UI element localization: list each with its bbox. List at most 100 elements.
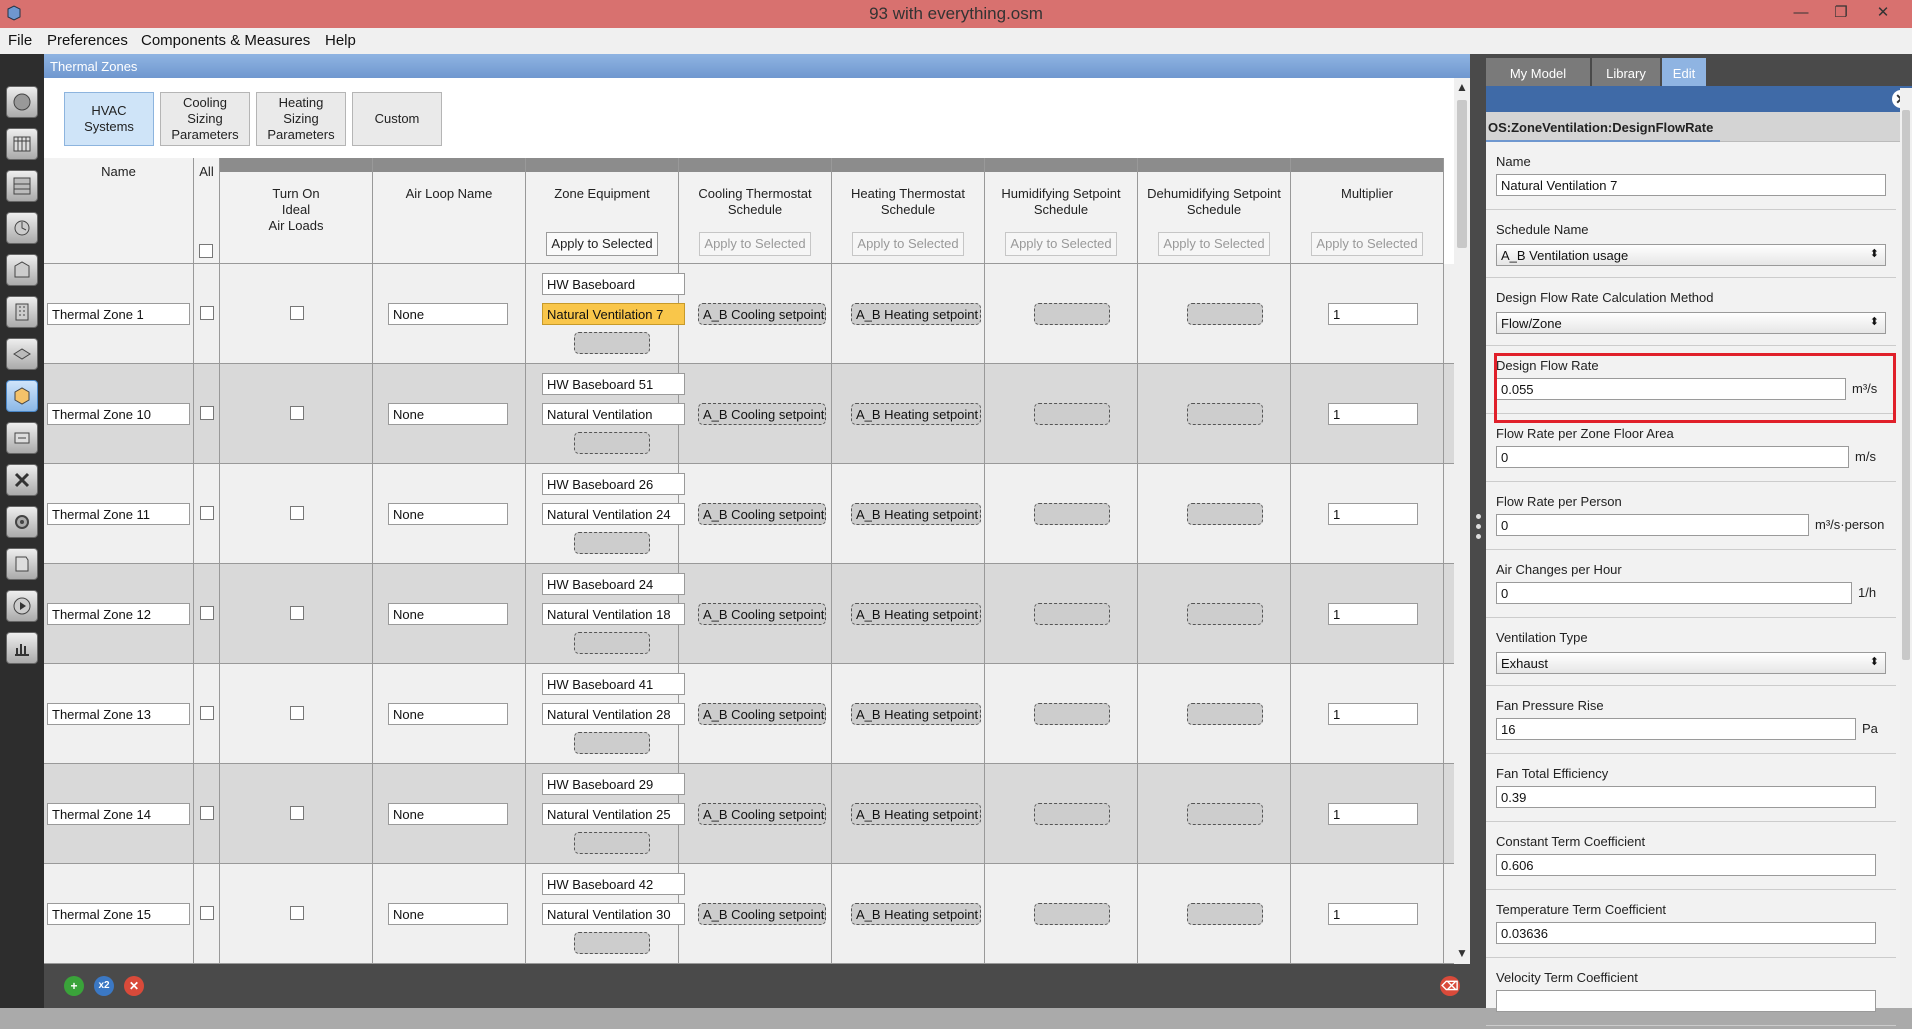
select-all-checkbox[interactable] — [199, 244, 213, 258]
ideal-loads-checkbox[interactable] — [290, 306, 304, 320]
humidifying-schedule-drop[interactable] — [1034, 703, 1110, 725]
zone-equipment-item[interactable]: HW Baseboard 29 — [542, 773, 685, 795]
zone-name-field[interactable]: Thermal Zone 1 — [47, 303, 190, 325]
tab-heating-sizing[interactable]: Heating Sizing Parameters — [256, 92, 346, 146]
scroll-up-icon[interactable]: ▲ — [1454, 80, 1470, 94]
cooling-schedule-drop[interactable]: A_B Cooling setpoint — [698, 903, 826, 925]
row-select-checkbox[interactable] — [200, 306, 214, 320]
cooling-schedule-drop[interactable]: A_B Cooling setpoint — [698, 403, 826, 425]
zone-equipment-item[interactable]: HW Baseboard 24 — [542, 573, 685, 595]
heating-schedule-drop[interactable]: A_B Heating setpoint — [851, 503, 981, 525]
ideal-loads-checkbox[interactable] — [290, 606, 304, 620]
hvac-systems-icon[interactable] — [6, 422, 38, 454]
variables-icon[interactable] — [6, 464, 38, 496]
run-icon[interactable] — [6, 590, 38, 622]
multiplier-field[interactable]: 1 — [1328, 303, 1418, 325]
zone-equipment-item[interactable]: HW Baseboard 51 — [542, 373, 685, 395]
dehumidifying-schedule-drop[interactable] — [1187, 703, 1263, 725]
field-dropdown[interactable]: A_B Ventilation usage ⬍ — [1496, 244, 1886, 266]
zone-equipment-item[interactable]: HW Baseboard 41 — [542, 673, 685, 695]
humidifying-schedule-drop[interactable] — [1034, 303, 1110, 325]
zone-equipment-item[interactable]: Natural Ventilation 30 — [542, 903, 685, 925]
menu-file[interactable]: File — [8, 32, 32, 49]
zone-name-field[interactable]: Thermal Zone 14 — [47, 803, 190, 825]
zone-name-field[interactable]: Thermal Zone 11 — [47, 503, 190, 525]
copy-icon[interactable]: x2 — [94, 976, 114, 996]
field-input[interactable]: 16 — [1496, 718, 1856, 740]
ideal-loads-checkbox[interactable] — [290, 506, 304, 520]
dehumidifying-schedule-drop[interactable] — [1187, 903, 1263, 925]
close-button[interactable]: ✕ — [1868, 2, 1898, 24]
inspector-scroll-thumb[interactable] — [1902, 110, 1910, 660]
tab-custom[interactable]: Custom — [352, 92, 442, 146]
dehumidifying-schedule-drop[interactable] — [1187, 603, 1263, 625]
zone-equipment-item[interactable]: Natural Ventilation 25 — [542, 803, 685, 825]
apply-zone-equipment-button[interactable]: Apply to Selected — [546, 232, 658, 256]
inspector-scrollbar[interactable] — [1900, 88, 1912, 1008]
row-select-checkbox[interactable] — [200, 406, 214, 420]
tab-edit[interactable]: Edit — [1662, 58, 1706, 86]
air-loop-field[interactable]: None — [388, 903, 508, 925]
field-input[interactable]: 0 — [1496, 514, 1809, 536]
dehumidifying-schedule-drop[interactable] — [1187, 803, 1263, 825]
apply-cooling-button[interactable]: Apply to Selected — [699, 232, 811, 256]
zone-equipment-item[interactable]: HW Baseboard — [542, 273, 685, 295]
facility-icon[interactable] — [6, 338, 38, 370]
field-input[interactable]: 0.39 — [1496, 786, 1876, 808]
field-input[interactable] — [1496, 990, 1876, 1012]
tab-my-model[interactable]: My Model — [1486, 58, 1590, 86]
heating-schedule-drop[interactable]: A_B Heating setpoint — [851, 603, 981, 625]
dehumidifying-schedule-drop[interactable] — [1187, 403, 1263, 425]
zone-equipment-drop-zone[interactable] — [574, 432, 650, 454]
air-loop-field[interactable]: None — [388, 303, 508, 325]
maximize-button[interactable]: ❐ — [1826, 2, 1856, 24]
row-select-checkbox[interactable] — [200, 806, 214, 820]
multiplier-field[interactable]: 1 — [1328, 703, 1418, 725]
field-input[interactable]: 0.606 — [1496, 854, 1876, 876]
zone-equipment-drop-zone[interactable] — [574, 932, 650, 954]
heating-schedule-drop[interactable]: A_B Heating setpoint — [851, 703, 981, 725]
multiplier-field[interactable]: 1 — [1328, 503, 1418, 525]
ideal-loads-checkbox[interactable] — [290, 406, 304, 420]
site-icon[interactable] — [6, 86, 38, 118]
apply-multiplier-button[interactable]: Apply to Selected — [1311, 232, 1423, 256]
loads-icon[interactable] — [6, 212, 38, 244]
humidifying-schedule-drop[interactable] — [1034, 603, 1110, 625]
zone-name-field[interactable]: Thermal Zone 15 — [47, 903, 190, 925]
zone-equipment-item[interactable]: Natural Ventilation 24 — [542, 503, 685, 525]
humidifying-schedule-drop[interactable] — [1034, 803, 1110, 825]
scripts-icon[interactable] — [6, 548, 38, 580]
zone-equipment-drop-zone[interactable] — [574, 732, 650, 754]
panel-splitter[interactable] — [1470, 54, 1486, 1008]
dehumidifying-schedule-drop[interactable] — [1187, 503, 1263, 525]
remove-icon[interactable]: ✕ — [124, 976, 144, 996]
ideal-loads-checkbox[interactable] — [290, 706, 304, 720]
field-input[interactable]: 0 — [1496, 446, 1849, 468]
apply-humidifying-button[interactable]: Apply to Selected — [1005, 232, 1117, 256]
zone-equipment-item[interactable]: Natural Ventilation — [542, 403, 685, 425]
tab-library[interactable]: Library — [1592, 58, 1660, 86]
zone-equipment-drop-zone[interactable] — [574, 532, 650, 554]
zone-name-field[interactable]: Thermal Zone 10 — [47, 403, 190, 425]
purge-icon[interactable]: ⌫ — [1440, 976, 1460, 996]
cooling-schedule-drop[interactable]: A_B Cooling setpoint — [698, 503, 826, 525]
air-loop-field[interactable]: None — [388, 403, 508, 425]
heating-schedule-drop[interactable]: A_B Heating setpoint — [851, 903, 981, 925]
zone-equipment-item[interactable]: HW Baseboard 26 — [542, 473, 685, 495]
row-select-checkbox[interactable] — [200, 606, 214, 620]
field-input[interactable]: Natural Ventilation 7 — [1496, 174, 1886, 196]
zone-equipment-drop-zone[interactable] — [574, 332, 650, 354]
schedules-icon[interactable] — [6, 128, 38, 160]
humidifying-schedule-drop[interactable] — [1034, 903, 1110, 925]
geometry-icon[interactable] — [6, 296, 38, 328]
air-loop-field[interactable]: None — [388, 503, 508, 525]
menu-preferences[interactable]: Preferences — [47, 32, 128, 49]
cooling-schedule-drop[interactable]: A_B Cooling setpoint — [698, 803, 826, 825]
heating-schedule-drop[interactable]: A_B Heating setpoint — [851, 803, 981, 825]
zone-equipment-drop-zone[interactable] — [574, 632, 650, 654]
humidifying-schedule-drop[interactable] — [1034, 503, 1110, 525]
grid-scrollbar[interactable]: ▲ ▼ — [1454, 78, 1470, 964]
field-input[interactable]: 0 — [1496, 582, 1852, 604]
ideal-loads-checkbox[interactable] — [290, 906, 304, 920]
humidifying-schedule-drop[interactable] — [1034, 403, 1110, 425]
